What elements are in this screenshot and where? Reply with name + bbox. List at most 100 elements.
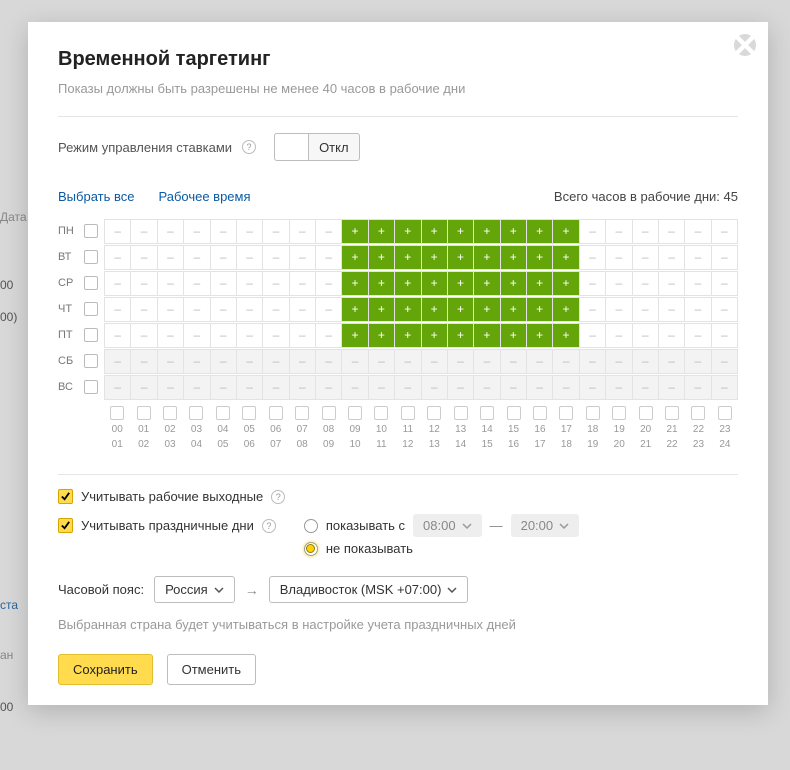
hour-checkbox[interactable] [691,406,705,420]
schedule-cell[interactable]: + [552,271,579,296]
schedule-cell[interactable]: + [447,245,474,270]
schedule-cell[interactable]: + [473,297,500,322]
schedule-cell[interactable]: – [552,375,579,400]
schedule-cell[interactable]: + [368,323,395,348]
schedule-cell[interactable]: – [104,349,131,374]
schedule-cell[interactable]: – [262,375,289,400]
schedule-cell[interactable]: + [421,297,448,322]
schedule-cell[interactable]: – [605,297,632,322]
schedule-cell[interactable]: – [447,375,474,400]
schedule-cell[interactable]: – [711,323,738,348]
schedule-cell[interactable]: – [421,375,448,400]
schedule-cell[interactable]: – [579,349,606,374]
schedule-cell[interactable]: – [236,297,263,322]
schedule-cell[interactable]: – [236,375,263,400]
schedule-cell[interactable]: – [341,349,368,374]
schedule-cell[interactable]: – [157,349,184,374]
schedule-cell[interactable]: – [579,375,606,400]
hour-checkbox[interactable] [401,406,415,420]
schedule-cell[interactable]: + [500,219,527,244]
schedule-cell[interactable]: + [526,219,553,244]
schedule-cell[interactable]: – [130,375,157,400]
hour-checkbox[interactable] [533,406,547,420]
schedule-cell[interactable]: – [157,245,184,270]
schedule-cell[interactable]: – [684,375,711,400]
hour-checkbox[interactable] [427,406,441,420]
schedule-cell[interactable]: + [421,219,448,244]
hour-checkbox[interactable] [322,406,336,420]
schedule-cell[interactable]: – [315,245,342,270]
hour-checkbox[interactable] [480,406,494,420]
schedule-cell[interactable]: – [579,297,606,322]
day-checkbox[interactable] [84,354,98,368]
schedule-cell[interactable]: – [684,323,711,348]
schedule-cell[interactable]: – [658,271,685,296]
schedule-cell[interactable]: – [315,349,342,374]
hour-checkbox[interactable] [586,406,600,420]
schedule-cell[interactable]: – [104,245,131,270]
schedule-cell[interactable]: – [236,349,263,374]
schedule-cell[interactable]: – [183,323,210,348]
hour-checkbox[interactable] [295,406,309,420]
schedule-cell[interactable]: – [394,349,421,374]
schedule-cell[interactable]: – [658,297,685,322]
schedule-cell[interactable]: – [104,375,131,400]
save-button[interactable]: Сохранить [58,654,153,685]
schedule-cell[interactable]: – [315,271,342,296]
schedule-cell[interactable]: – [289,245,316,270]
schedule-cell[interactable]: + [473,271,500,296]
schedule-cell[interactable]: – [210,375,237,400]
schedule-cell[interactable]: – [210,245,237,270]
schedule-cell[interactable]: – [684,271,711,296]
schedule-cell[interactable]: – [104,323,131,348]
schedule-cell[interactable]: + [341,297,368,322]
help-icon[interactable]: ? [262,519,276,533]
schedule-cell[interactable]: – [157,271,184,296]
schedule-cell[interactable]: – [632,323,659,348]
schedule-cell[interactable]: + [447,297,474,322]
schedule-cell[interactable]: – [130,219,157,244]
schedule-cell[interactable]: + [500,271,527,296]
schedule-cell[interactable]: – [315,219,342,244]
hour-checkbox[interactable] [639,406,653,420]
schedule-cell[interactable]: – [130,271,157,296]
schedule-cell[interactable]: – [130,349,157,374]
schedule-cell[interactable]: – [632,349,659,374]
schedule-cell[interactable]: – [315,375,342,400]
schedule-cell[interactable]: – [684,219,711,244]
schedule-cell[interactable]: – [183,375,210,400]
schedule-cell[interactable]: + [368,219,395,244]
toggle-on-segment[interactable] [274,133,308,161]
show-from-radio[interactable] [304,519,318,533]
schedule-cell[interactable]: – [632,297,659,322]
schedule-cell[interactable]: – [289,297,316,322]
schedule-cell[interactable]: – [236,245,263,270]
schedule-cell[interactable]: – [236,271,263,296]
day-checkbox[interactable] [84,302,98,316]
schedule-cell[interactable]: – [341,375,368,400]
time-from-select[interactable]: 08:00 [413,514,482,537]
schedule-cell[interactable]: – [711,245,738,270]
schedule-cell[interactable]: – [605,219,632,244]
schedule-cell[interactable]: + [526,271,553,296]
schedule-cell[interactable]: + [500,297,527,322]
schedule-cell[interactable]: – [262,219,289,244]
schedule-cell[interactable]: + [394,323,421,348]
hour-checkbox[interactable] [242,406,256,420]
schedule-cell[interactable]: – [262,245,289,270]
schedule-cell[interactable]: + [341,245,368,270]
cancel-button[interactable]: Отменить [167,654,256,685]
schedule-cell[interactable]: – [684,245,711,270]
schedule-cell[interactable]: + [473,245,500,270]
schedule-cell[interactable]: – [236,323,263,348]
schedule-cell[interactable]: – [157,375,184,400]
schedule-cell[interactable]: – [130,323,157,348]
schedule-cell[interactable]: – [421,349,448,374]
schedule-cell[interactable]: – [632,375,659,400]
schedule-cell[interactable]: – [183,219,210,244]
schedule-cell[interactable]: – [579,271,606,296]
schedule-cell[interactable]: + [421,245,448,270]
schedule-cell[interactable]: – [210,271,237,296]
schedule-cell[interactable]: – [658,219,685,244]
schedule-cell[interactable]: + [500,245,527,270]
